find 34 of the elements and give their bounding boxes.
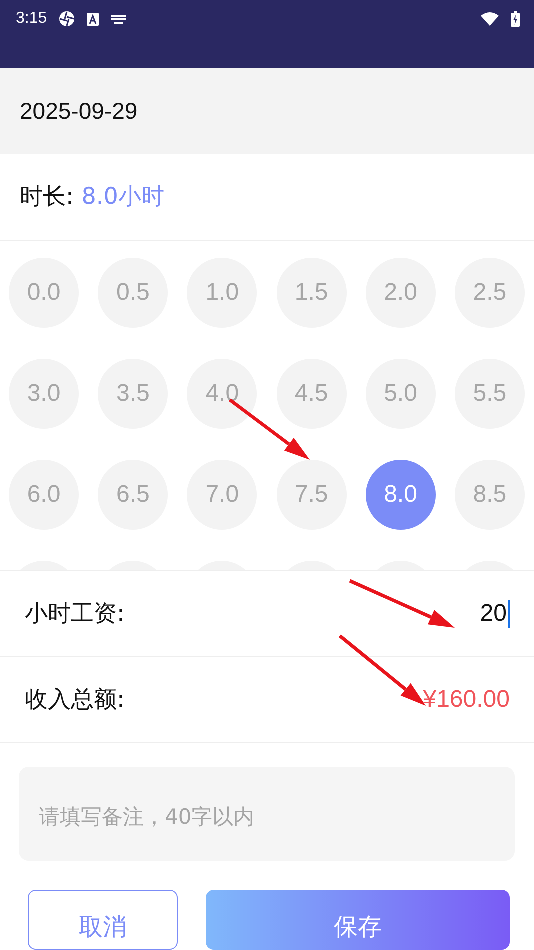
save-button[interactable]: 保存 [206, 890, 510, 950]
hourly-wage-label: 小时工资: [25, 600, 125, 630]
status-time: 3:15 [16, 10, 48, 28]
note-field[interactable]: 请填写备注，40字以内 [19, 767, 515, 862]
aperture-icon [59, 11, 76, 27]
hour-option[interactable]: 1.0 [187, 258, 258, 328]
hour-option[interactable]: 4.0 [187, 358, 258, 428]
hour-option[interactable]: 6.5 [98, 460, 168, 530]
wifi-icon [481, 12, 499, 26]
keyboard-icon [111, 14, 126, 24]
hourly-wage-input[interactable]: 20 [480, 600, 510, 628]
hour-option[interactable]: 0.5 [98, 258, 168, 328]
hour-option[interactable]: 2.5 [454, 258, 525, 328]
hour-option[interactable]: 4.5 [276, 358, 347, 428]
hour-option[interactable]: 7.5 [276, 460, 347, 530]
total-income-value: ¥160.00 [423, 686, 510, 714]
duration-value: 8.0小时 [82, 183, 164, 212]
total-income-label: 收入总额: [25, 686, 125, 716]
font-icon [87, 12, 100, 26]
hour-option[interactable]: 8.0 [366, 460, 436, 530]
battery-icon [511, 11, 520, 27]
cancel-button[interactable]: 取消 [28, 890, 178, 950]
hour-option[interactable]: 0.0 [9, 258, 79, 328]
hour-option[interactable]: 8.5 [454, 460, 525, 530]
hour-option[interactable]: 7.0 [187, 460, 258, 530]
hour-option[interactable]: 5.0 [366, 358, 436, 428]
hour-option[interactable]: 6.0 [9, 460, 79, 530]
hour-option[interactable]: 2.0 [366, 258, 436, 328]
duration-label: 时长: [20, 183, 74, 212]
hour-option[interactable]: 3.5 [98, 358, 168, 428]
hour-option[interactable]: 5.5 [454, 358, 525, 428]
hour-option[interactable]: 1.5 [276, 258, 347, 328]
hour-option[interactable]: 3.0 [9, 358, 79, 428]
date-text: 2025-09-29 [20, 98, 138, 125]
